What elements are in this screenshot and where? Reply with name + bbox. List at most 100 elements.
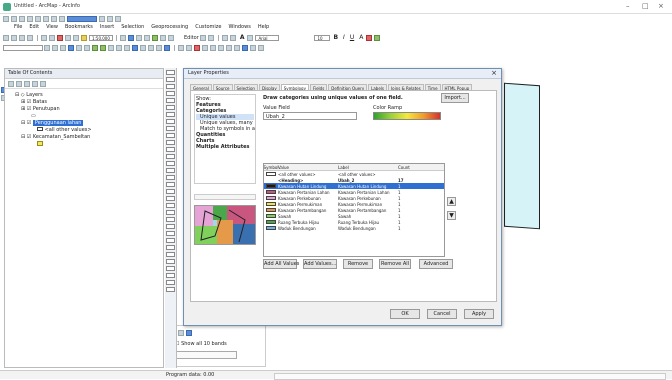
flicker-icon[interactable] [186,44,192,51]
paste-icon[interactable] [51,15,57,22]
menu-bookmarks[interactable]: Bookmarks [65,24,93,30]
menu-edit[interactable]: Edit [29,24,39,30]
measure-icon[interactable] [148,44,154,51]
go-back-icon[interactable] [92,44,98,51]
georef-rectify-icon[interactable] [258,44,264,51]
map-scale-combo[interactable]: 1:50,000 [89,34,113,41]
remove-button[interactable]: Remove [343,259,373,269]
symbol-swatch[interactable] [266,214,276,218]
georef-rotate-icon[interactable] [218,44,224,51]
advanced-button[interactable]: Advanced [419,259,453,269]
menu-selection[interactable]: Selection [121,24,144,30]
georef-auto-adjust-icon[interactable] [242,44,248,51]
list-by-source-icon[interactable] [16,80,22,87]
fixed-zoom-out-icon[interactable] [84,44,90,51]
georef-add-control-points-icon[interactable] [202,44,208,51]
underline-icon[interactable]: U [350,34,354,41]
python-window-icon[interactable] [160,34,166,41]
new-map-icon[interactable] [3,34,9,41]
print-icon[interactable] [27,15,33,22]
table-row[interactable]: Waduk Bendungan Waduk Bendungan 1 [264,225,444,231]
tool-icon-c[interactable] [186,329,192,336]
zoom-out-icon[interactable] [52,44,58,51]
callout-icon[interactable] [247,34,254,41]
add-data-icon[interactable] [115,15,121,22]
symbol-cell[interactable] [264,172,278,176]
menu-insert[interactable]: Insert [100,24,114,30]
symbol-swatch[interactable] [266,226,276,230]
menu-view[interactable]: View [46,24,58,30]
swipe-icon[interactable] [178,44,184,51]
fill-color-icon[interactable] [366,34,373,41]
table-row[interactable]: Kawasan Hutan Lindung Kawasan Hutan Lindu… [264,183,444,189]
table-row[interactable]: Kawasan Pertambangan Kawasan Pertambangan… [264,207,444,213]
symbol-cell[interactable] [264,190,278,194]
symbol-swatch[interactable] [266,220,276,224]
value-field-select[interactable]: Ubah_2 [263,112,357,120]
redo-tool-icon[interactable] [73,34,79,41]
georef-shift-icon[interactable] [226,44,232,51]
import-button[interactable]: Import... [441,93,469,103]
menu-customize[interactable]: Customize [195,24,221,30]
toc-layer-batas[interactable]: ⊞ ☑ Batas [15,99,163,106]
show-multiple-attributes[interactable]: Multiple Attributes [196,144,254,150]
add-values-button[interactable]: Add Values... [303,259,337,269]
full-extent-icon[interactable] [68,44,74,51]
georef-view-link-table-icon[interactable] [210,44,216,51]
fixed-zoom-in-icon[interactable] [76,44,82,51]
symbol-swatch[interactable] [266,196,276,200]
symbol-cell[interactable] [264,226,278,230]
remove-all-button[interactable]: Remove All [379,259,411,269]
symbol-swatch[interactable] [266,184,276,188]
delete-icon[interactable] [59,15,65,22]
tool-icon-b[interactable] [178,329,184,336]
clear-selection-icon[interactable] [116,44,122,51]
close-button[interactable]: × [658,2,664,10]
table-of-contents-icon[interactable] [128,34,134,41]
hyperlink-icon[interactable] [156,44,162,51]
font-combo[interactable]: Arial [255,34,280,41]
table-row[interactable]: <Heading> Ubah_2 17 [264,177,444,183]
toc-layer-kecamatan[interactable]: ⊟ ☑ Kecamatan_Sambeltan [15,134,163,141]
identify-icon[interactable] [132,44,138,51]
cancel-button[interactable]: Cancel [427,309,457,319]
effects-icon[interactable] [194,44,200,51]
dialog-close-icon[interactable]: × [491,69,497,78]
copy-tool-icon[interactable] [49,34,55,41]
editor-toolbar-icon[interactable] [120,34,126,41]
arctoolbox-icon[interactable] [152,34,158,41]
pan-icon[interactable] [60,44,66,51]
menu-geoprocessing[interactable]: Geoprocessing [151,24,188,30]
select-features-icon[interactable] [108,44,114,51]
symbol-cell[interactable] [264,202,278,206]
symbol-swatch[interactable] [266,202,276,206]
bold-icon[interactable]: B [333,34,338,41]
table-row[interactable]: Kawasan Pertanian Lahan Kawasan Pertanian… [264,189,444,195]
rotate-icon[interactable] [229,34,236,41]
color-ramp-select[interactable] [373,112,441,120]
table-row[interactable]: Kawasan Perkebunan Kawasan Perkebunan 1 [264,195,444,201]
table-row[interactable]: Ruang Terbuka Hijau Ruang Terbuka Hijau 1 [264,219,444,225]
font-color-icon[interactable]: A [359,34,363,41]
editor-menu[interactable]: Editor [184,35,199,41]
add-data-tool-icon[interactable] [81,34,87,41]
html-popup-icon[interactable] [164,44,170,51]
model-builder-icon[interactable] [168,34,174,41]
open-icon[interactable] [11,15,17,22]
save-icon[interactable] [19,15,25,22]
toc-layer-penutupan[interactable]: ⊞ ☑ Penutupan [15,106,163,113]
font-size-combo[interactable]: 10 [314,34,331,41]
toc-layers-group[interactable]: ⊟ ◇ Layers [15,92,163,99]
apply-button[interactable]: Apply [464,309,494,319]
menu-windows[interactable]: Windows [228,24,250,30]
undo-icon[interactable] [99,15,105,22]
table-row[interactable]: Kawasan Permukiman Kawasan Permukiman 1 [264,201,444,207]
move-down-button[interactable]: ▼ [447,211,456,220]
save-map-icon[interactable] [19,34,25,41]
add-all-values-button[interactable]: Add All Values [263,259,299,269]
search-window-icon[interactable] [144,34,150,41]
move-up-button[interactable]: ▲ [447,197,456,206]
symbol-swatch[interactable] [266,190,276,194]
list-by-visibility-icon[interactable] [24,80,30,87]
undo-tool-icon[interactable] [65,34,71,41]
